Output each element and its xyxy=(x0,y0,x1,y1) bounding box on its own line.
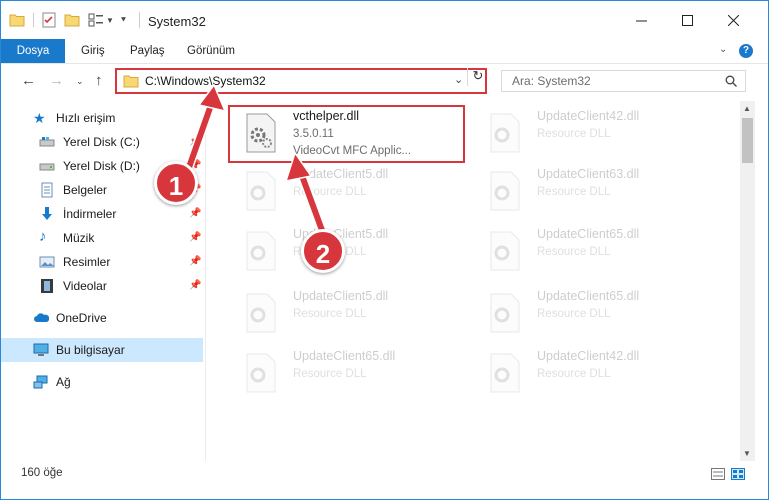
step-2-callout: 2 xyxy=(301,229,345,273)
step-1-callout: 1 xyxy=(154,161,198,205)
explorer-window: ▼ ⯆ System32 Dosya Giriş Paylaş Görünüm … xyxy=(0,0,769,500)
annotation-arrows xyxy=(182,83,328,238)
